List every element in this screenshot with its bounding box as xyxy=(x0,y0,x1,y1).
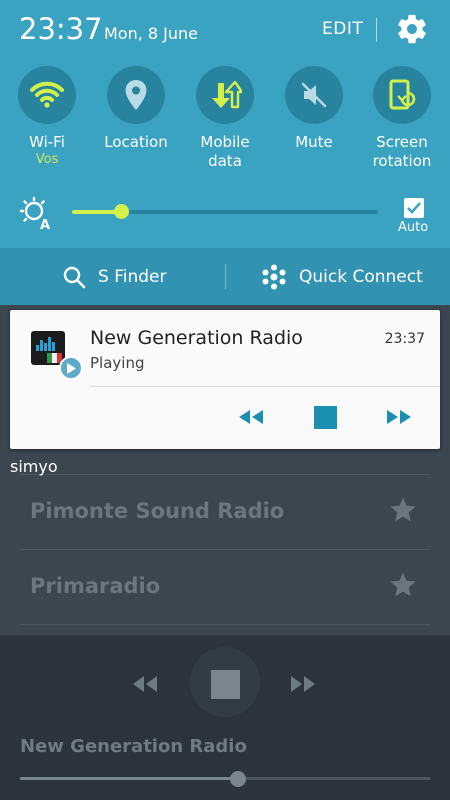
clock: 23:37 xyxy=(19,12,103,46)
stop-button[interactable] xyxy=(195,659,255,709)
header-divider xyxy=(376,18,377,42)
player-progress-thumb[interactable] xyxy=(230,771,246,787)
notification-fast-forward-button[interactable] xyxy=(379,402,419,432)
quick-connect-button[interactable]: Quick Connect xyxy=(261,248,423,305)
notification-title: New Generation Radio xyxy=(90,327,303,349)
s-finder-button[interactable]: S Finder xyxy=(62,248,166,305)
fast-forward-button[interactable] xyxy=(273,659,333,709)
wifi-icon xyxy=(18,66,76,124)
quick-panel: 23:37 Mon, 8 June EDIT Wi-Fi Vos Locatio… xyxy=(0,0,450,305)
auto-brightness-label: Auto xyxy=(398,220,429,235)
edit-button[interactable]: EDIT xyxy=(322,19,363,39)
station-name: Pimonte Sound Radio xyxy=(30,499,285,523)
finder-divider xyxy=(225,264,226,289)
brightness-thumb[interactable] xyxy=(113,204,129,219)
brightness-icon: A xyxy=(19,196,53,233)
quick-panel-header: 23:37 Mon, 8 June EDIT xyxy=(0,0,450,60)
tile-wifi[interactable]: Wi-Fi Vos xyxy=(2,66,92,167)
s-finder-label: S Finder xyxy=(98,266,167,287)
station-row[interactable]: Pimonte Sound Radio xyxy=(20,475,430,550)
stop-icon xyxy=(313,405,337,429)
tile-location[interactable]: Location xyxy=(91,66,181,152)
tile-mute[interactable]: Mute xyxy=(269,66,359,152)
tile-wifi-label: Wi-Fi xyxy=(29,133,65,151)
search-icon xyxy=(62,265,86,289)
favorite-star-icon[interactable] xyxy=(388,570,418,600)
notification-status: Playing xyxy=(90,354,145,372)
date: Mon, 8 June xyxy=(104,24,199,43)
player-progress-fill xyxy=(20,777,238,780)
quick-connect-label: Quick Connect xyxy=(299,266,423,287)
tile-wifi-network: Vos xyxy=(35,152,59,167)
mute-icon xyxy=(285,66,343,124)
station-name: Primaradio xyxy=(30,574,161,598)
stop-icon xyxy=(210,669,240,699)
svg-text:A: A xyxy=(40,218,50,230)
tile-mute-label: Mute xyxy=(295,133,333,151)
tile-location-label: Location xyxy=(104,133,168,151)
tile-mobile-data[interactable]: Mobile data xyxy=(180,66,270,171)
notification-rewind-button[interactable] xyxy=(231,402,271,432)
media-notification[interactable]: New Generation Radio 23:37 Playing xyxy=(10,310,440,449)
carrier-label: simyo xyxy=(10,457,58,476)
finder-bar: S Finder Quick Connect xyxy=(0,248,450,305)
notification-divider xyxy=(90,386,440,387)
station-row[interactable]: Primaradio xyxy=(20,550,430,625)
tile-screen-rotation-label: Screen rotation xyxy=(372,133,432,170)
notification-stop-button[interactable] xyxy=(305,402,345,432)
brightness-control: A Auto xyxy=(0,192,450,242)
notification-time: 23:37 xyxy=(384,331,425,347)
tile-mobile-data-label: Mobile data xyxy=(200,133,250,170)
play-badge-icon xyxy=(59,356,83,380)
tile-screen-rotation[interactable]: Screen rotation xyxy=(357,66,447,171)
player-bar: New Generation Radio xyxy=(0,635,450,800)
auto-brightness-checkbox[interactable] xyxy=(404,198,424,218)
mobile-data-icon xyxy=(196,66,254,124)
location-icon xyxy=(107,66,165,124)
radio-app-icon xyxy=(31,331,65,365)
favorite-star-icon[interactable] xyxy=(388,495,418,525)
screen-rotation-icon xyxy=(373,66,431,124)
player-station-title: New Generation Radio xyxy=(20,736,247,757)
quick-connect-icon xyxy=(261,264,287,290)
settings-gear-icon[interactable] xyxy=(395,12,429,46)
rewind-button[interactable] xyxy=(115,659,175,709)
